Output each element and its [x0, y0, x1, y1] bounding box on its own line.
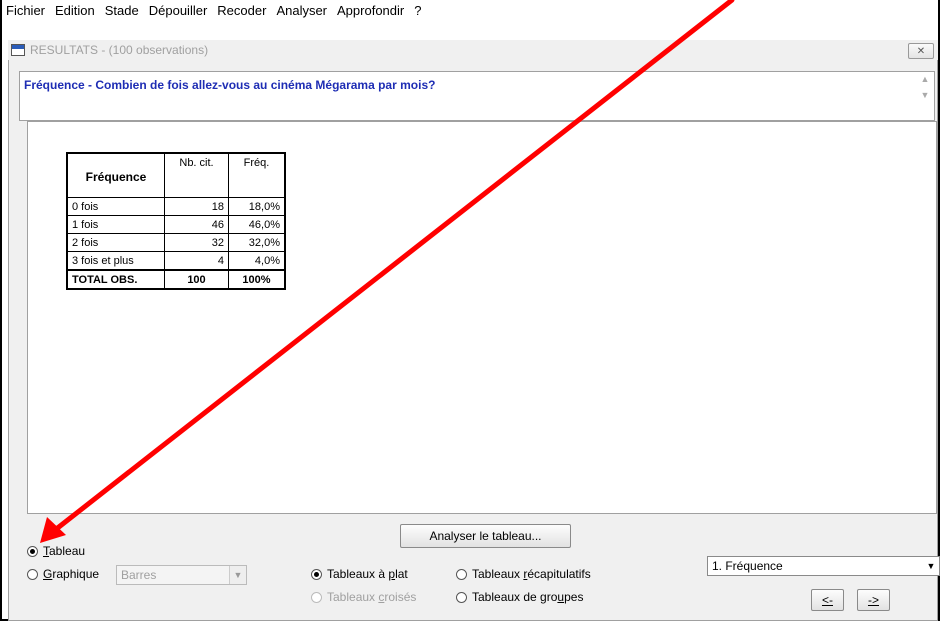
analyse-table-button[interactable]: Analyser le tableau... — [400, 524, 571, 548]
header-freq: Fréq. — [228, 152, 286, 198]
table-header-row: Fréquence Nb. cit. Fréq. — [66, 152, 286, 198]
row-label: 3 fois et plus — [66, 251, 165, 271]
row-label: 0 fois — [66, 197, 165, 216]
menu-edition[interactable]: Edition — [50, 0, 100, 22]
menu-help[interactable]: ? — [409, 0, 426, 22]
row-freq: 4,0% — [228, 251, 286, 271]
table-row: 2 fois 32 32,0% — [66, 233, 286, 252]
results-panel: Fréquence Nb. cit. Fréq. 0 fois 18 18,0%… — [27, 121, 937, 514]
row-count: 32 — [164, 233, 229, 252]
menu-approfondir[interactable]: Approfondir — [332, 0, 409, 22]
row-label: 2 fois — [66, 233, 165, 252]
table-row: 3 fois et plus 4 4,0% — [66, 251, 286, 271]
previous-button[interactable]: <- — [811, 589, 844, 611]
table-row: 1 fois 46 46,0% — [66, 215, 286, 234]
chevron-down-icon[interactable]: ▼ — [229, 566, 246, 584]
header-frequence: Fréquence — [66, 152, 165, 198]
close-button[interactable]: ✕ — [908, 43, 934, 59]
radio-plat-dot[interactable] — [311, 568, 322, 580]
menu-analyser[interactable]: Analyser — [271, 0, 332, 22]
graph-type-select[interactable]: Barres ▼ — [116, 565, 247, 585]
results-titlebar[interactable]: RESULTATS - (100 observations) ✕ — [8, 40, 938, 60]
question-text: Fréquence - Combien de fois allez-vous a… — [24, 78, 436, 92]
window-icon — [11, 44, 25, 56]
menu-bar: Fichier Edition Stade Dépouiller Recoder… — [2, 0, 938, 22]
menu-fichier[interactable]: Fichier — [2, 0, 50, 22]
row-count: 18 — [164, 197, 229, 216]
row-freq: 18,0% — [228, 197, 286, 216]
radio-croises-dot — [311, 591, 322, 603]
chevron-down-icon[interactable]: ▼ — [923, 557, 939, 575]
menu-recoder[interactable]: Recoder — [212, 0, 271, 22]
window-title: RESULTATS - (100 observations) — [30, 43, 209, 57]
radio-tableaux-croises: Tableaux croisés — [311, 590, 416, 604]
row-label: 1 fois — [66, 215, 165, 234]
next-button[interactable]: -> — [857, 589, 890, 611]
total-count: 100 — [164, 269, 229, 290]
radio-tableaux-plat[interactable]: Tableaux à plat — [311, 567, 408, 581]
radio-tableaux-groupes[interactable]: Tableaux de groupes — [456, 590, 583, 604]
radio-recap-label: Tableaux récapitulatifs — [472, 567, 591, 581]
radio-tableau[interactable]: Tableau — [27, 544, 85, 558]
menu-stade[interactable]: Stade — [100, 0, 144, 22]
radio-tableau-dot[interactable] — [27, 545, 38, 557]
radio-groupes-dot[interactable] — [456, 591, 467, 603]
radio-croises-label: Tableaux croisés — [327, 590, 417, 604]
total-freq: 100% — [228, 269, 286, 290]
radio-tableaux-recapitulatifs[interactable]: Tableaux récapitulatifs — [456, 567, 591, 581]
analysis-select-value: 1. Fréquence — [712, 559, 783, 573]
row-freq: 46,0% — [228, 215, 286, 234]
menu-depouiller[interactable]: Dépouiller — [144, 0, 213, 22]
scroll-up-icon[interactable]: ▲ — [918, 74, 932, 88]
row-freq: 32,0% — [228, 233, 286, 252]
table-total-row: TOTAL OBS. 100 100% — [66, 269, 286, 290]
row-count: 46 — [164, 215, 229, 234]
analysis-select[interactable]: 1. Fréquence ▼ — [707, 556, 940, 576]
total-label: TOTAL OBS. — [66, 269, 165, 290]
row-count: 4 — [164, 251, 229, 271]
table-row: 0 fois 18 18,0% — [66, 197, 286, 216]
scroll-down-icon[interactable]: ▼ — [918, 90, 932, 104]
radio-graphique[interactable]: Graphique — [27, 567, 99, 581]
header-nb-cit: Nb. cit. — [164, 152, 229, 198]
radio-groupes-label: Tableaux de groupes — [472, 590, 584, 604]
radio-recap-dot[interactable] — [456, 568, 467, 580]
radio-graphique-label: Graphique — [43, 567, 100, 581]
close-icon: ✕ — [916, 45, 926, 57]
radio-plat-label: Tableaux à plat — [327, 567, 408, 581]
graph-type-value: Barres — [121, 568, 157, 582]
frequency-table: Fréquence Nb. cit. Fréq. 0 fois 18 18,0%… — [66, 152, 286, 290]
question-box: Fréquence - Combien de fois allez-vous a… — [19, 71, 935, 121]
radio-graphique-dot[interactable] — [27, 568, 38, 580]
radio-tableau-label: Tableau — [43, 544, 86, 558]
